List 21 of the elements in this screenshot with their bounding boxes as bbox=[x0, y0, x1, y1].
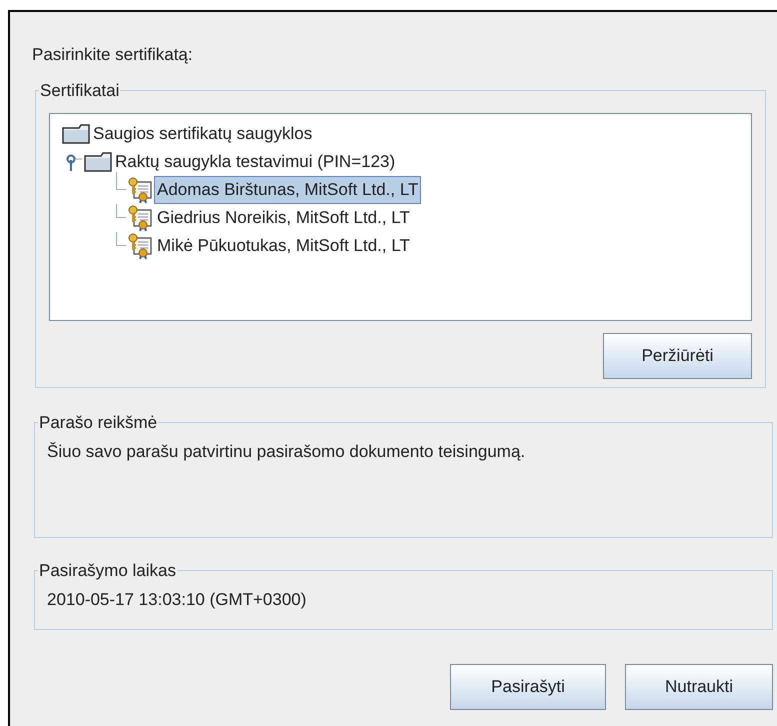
group-title: Parašo reikšmė bbox=[38, 412, 158, 434]
tree-item[interactable]: Mikė Pūkuotukas, MitSoft Ltd., LT bbox=[154, 232, 413, 260]
tree-item[interactable]: Saugios sertifikatų saugyklos bbox=[90, 120, 316, 148]
view-button[interactable]: Peržiūrėti bbox=[603, 333, 752, 379]
tree-item[interactable]: Adomas Birštunas, MitSoft Ltd., LT bbox=[154, 176, 422, 204]
prompt-label: Pasirinkite sertifikatą: bbox=[32, 44, 193, 66]
certificate-key-icon bbox=[128, 205, 154, 231]
certificate-key-icon bbox=[128, 177, 154, 203]
signature-meaning-text: Šiuo savo parašu patvirtinu pasirašomo dokumento teisingumą. bbox=[47, 441, 526, 463]
sign-button[interactable]: Pasirašyti bbox=[450, 664, 606, 710]
tree-item[interactable]: Raktų saugykla testavimui (PIN=123) bbox=[112, 148, 398, 176]
expanded-handle-icon[interactable] bbox=[66, 154, 82, 172]
group-title: Sertifikatai bbox=[39, 80, 120, 102]
cancel-button[interactable]: Nutraukti bbox=[625, 664, 773, 710]
certificate-key-icon bbox=[128, 233, 154, 259]
certificate-tree[interactable]: Saugios sertifikatų saugyklos Raktų saugykla testavimui (PIN=123) Adomas Birštunas, MitSoft Ltd., LT Giedrius Noreikis, MitSoft Ltd., LT Mikė Pūkuotukas, MitSoft Ltd., LT bbox=[49, 113, 752, 321]
group-title: Pasirašymo laikas bbox=[38, 560, 177, 582]
folder-icon bbox=[62, 124, 90, 144]
signing-time-text: 2010-05-17 13:03:10 (GMT+0300) bbox=[47, 589, 306, 611]
tree-item[interactable]: Giedrius Noreikis, MitSoft Ltd., LT bbox=[154, 204, 413, 232]
folder-icon bbox=[84, 152, 112, 172]
